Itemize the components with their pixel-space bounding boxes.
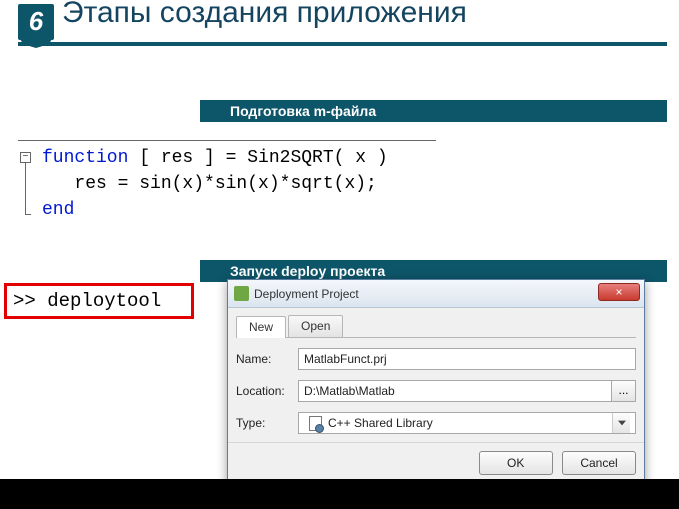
keyword-end: end [42,200,74,220]
code-line-3: end [18,197,436,223]
dialog-app-icon [234,286,249,301]
location-input[interactable]: D:\Matlab\Matlab [298,380,612,402]
fold-toggle-icon: − [20,152,31,163]
browse-button[interactable]: ... [612,380,636,402]
label-location: Location: [236,384,298,398]
slide-number-badge: 6 [18,4,54,40]
label-name: Name: [236,352,298,366]
type-selected-text: C++ Shared Library [326,413,612,433]
deployment-project-dialog: Deployment Project × New Open Name: Matl… [227,279,645,484]
tab-open[interactable]: Open [288,315,343,337]
name-input[interactable]: MatlabFunct.prj [298,348,636,370]
close-icon: × [615,285,622,299]
dialog-body: New Open Name: MatlabFunct.prj Location:… [228,308,644,442]
code-divider [18,140,436,141]
fold-guide-line [25,163,26,215]
slide-title: Этапы создания приложения [62,0,669,30]
code-line-1: function [ res ] = Sin2SQRT( x ) [18,145,436,171]
chevron-down-icon [612,413,630,433]
deploytool-command-box: >> deploytool [4,283,194,319]
function-signature: [ res ] = Sin2SQRT( x ) [128,148,387,168]
tab-new[interactable]: New [236,316,286,338]
title-underline [18,42,667,46]
label-type: Type: [236,416,298,430]
type-option-icon [304,413,326,433]
code-line-2: res = sin(x)*sin(x)*sqrt(x); [18,171,436,197]
bottom-black-strip [0,479,679,509]
row-type: Type: C++ Shared Library [236,412,636,434]
dialog-footer: OK Cancel [228,442,644,483]
close-button[interactable]: × [598,283,640,301]
section-bar-prepare: Подготовка m-файла [200,100,667,122]
code-block: − function [ res ] = Sin2SQRT( x ) res =… [18,140,436,223]
dialog-tabs: New Open [236,314,636,338]
type-combobox[interactable]: C++ Shared Library [298,412,636,434]
row-location: Location: D:\Matlab\Matlab ... [236,380,636,402]
keyword-function: function [42,148,128,168]
fold-guide-cap [25,214,31,215]
ok-button[interactable]: OK [479,451,553,475]
row-name: Name: MatlabFunct.prj [236,348,636,370]
dialog-titlebar: Deployment Project × [228,280,644,308]
dialog-title-text: Deployment Project [254,287,359,301]
cancel-button[interactable]: Cancel [562,451,636,475]
